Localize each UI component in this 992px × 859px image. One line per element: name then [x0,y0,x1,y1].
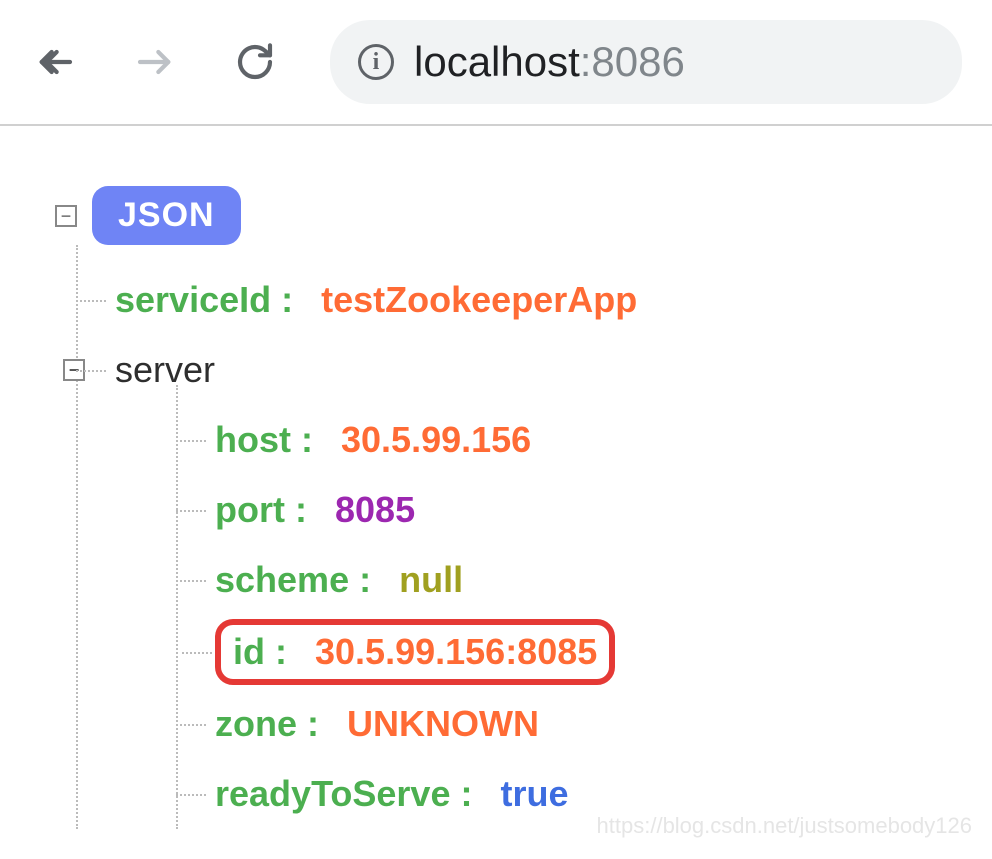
serviceid-key: serviceId : [115,279,311,321]
readytoserve-value: true [500,773,568,815]
zone-value: UNKNOWN [347,703,539,745]
scheme-key: scheme : [215,559,389,601]
server-row[interactable]: − server [115,335,962,405]
host-value: 30.5.99.156 [341,419,531,461]
host-row[interactable]: host : 30.5.99.156 [215,405,962,475]
server-key: server [115,349,215,391]
host-key: host : [215,419,331,461]
back-button[interactable] [30,37,80,87]
scheme-row[interactable]: scheme : null [215,545,962,615]
json-root-badge: JSON [92,186,241,245]
zone-row[interactable]: zone : UNKNOWN [215,689,962,759]
zone-key: zone : [215,703,337,745]
port-row[interactable]: port : 8085 [215,475,962,545]
watermark-text: https://blog.csdn.net/justsomebody126 [597,813,972,839]
readytoserve-key: readyToServe : [215,773,490,815]
scheme-value: null [399,559,463,601]
collapse-root-button[interactable]: − [55,205,77,227]
tree-level-1: serviceId : testZookeeperApp − server ho… [115,265,962,829]
reload-button[interactable] [230,37,280,87]
url-text: localhost:8086 [414,38,685,86]
reload-icon [235,42,275,82]
arrow-left-icon [35,42,75,82]
collapse-server-button[interactable]: − [63,359,85,381]
tree-root: − JSON [55,186,962,245]
port-key: port : [215,489,325,531]
arrow-right-icon [135,42,175,82]
address-bar[interactable]: i localhost:8086 [330,20,962,104]
serviceid-value: testZookeeperApp [321,279,637,321]
port-value: 8085 [335,489,415,531]
id-row-highlighted[interactable]: id : 30.5.99.156:8085 [215,619,615,685]
forward-button[interactable] [130,37,180,87]
id-value: 30.5.99.156:8085 [315,631,597,673]
json-viewer-content: − JSON serviceId : testZookeeperApp − se… [0,126,992,859]
info-icon[interactable]: i [358,44,394,80]
tree-level-2: host : 30.5.99.156 port : 8085 scheme : … [215,405,962,829]
browser-toolbar: i localhost:8086 [0,0,992,126]
id-key: id : [233,631,305,673]
serviceid-row[interactable]: serviceId : testZookeeperApp [115,265,962,335]
